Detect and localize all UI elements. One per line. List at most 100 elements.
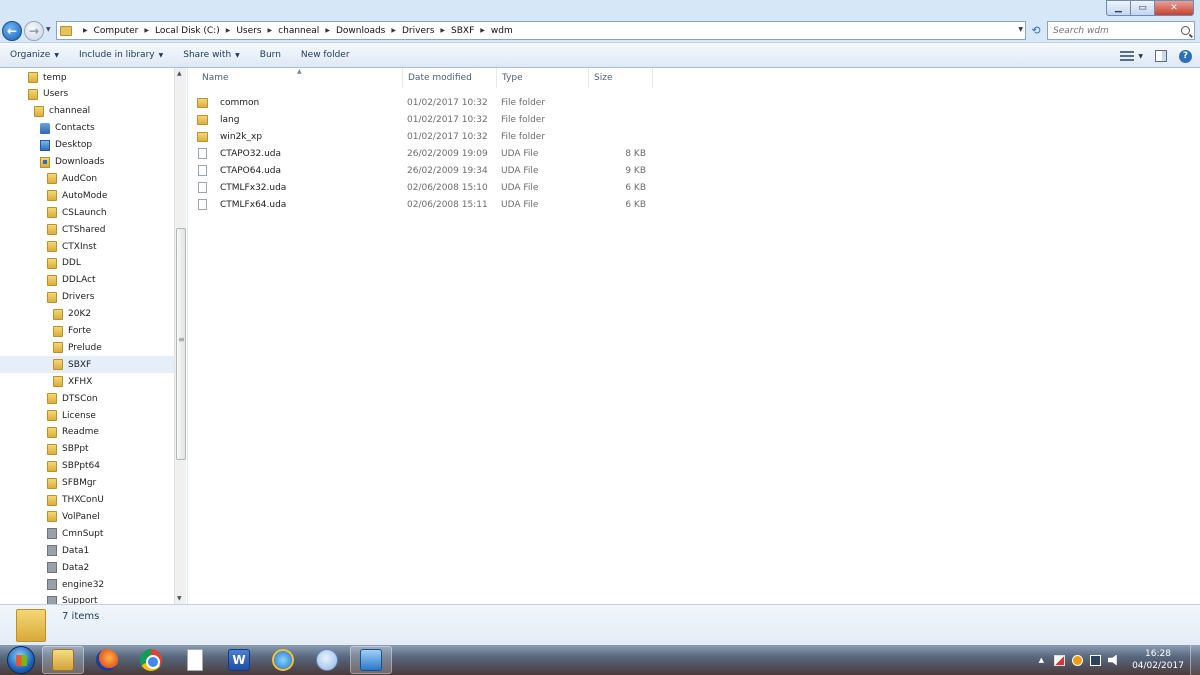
nav-item-ddl[interactable]: DDL	[0, 255, 174, 272]
nav-item-cslaunch[interactable]: CSLaunch	[0, 204, 174, 221]
update-icon[interactable]	[1072, 654, 1083, 666]
breadcrumb-separator-icon[interactable]: ▶	[480, 27, 485, 34]
nav-item-sfbmgr[interactable]: SFBMgr	[0, 475, 174, 492]
address-history-dropdown[interactable]: ▼	[1018, 26, 1023, 33]
breadcrumb-item[interactable]: Downloads	[336, 26, 385, 36]
file-row[interactable]: lang 01/02/2017 10:32 File folder	[197, 111, 653, 128]
breadcrumb-separator-icon[interactable]: ▶	[83, 27, 88, 34]
burn-button[interactable]: Burn	[250, 42, 291, 68]
nav-item-ddlact[interactable]: DDLAct	[0, 272, 174, 289]
network-status-icon[interactable]	[1090, 654, 1101, 666]
taskbar-explorer[interactable]	[42, 646, 84, 674]
breadcrumb-item[interactable]: Users	[236, 26, 261, 36]
taskbar-network[interactable]	[306, 646, 348, 674]
column-header-type[interactable]: Type	[497, 68, 589, 88]
refresh-button[interactable]: ⟲	[1028, 21, 1044, 40]
taskbar-chrome[interactable]	[130, 646, 172, 674]
action-center-flag-icon[interactable]	[1054, 654, 1065, 666]
breadcrumb-item[interactable]: Local Disk (C:)	[155, 26, 220, 36]
nav-item-forte[interactable]: Forte	[0, 323, 174, 340]
search-box[interactable]	[1047, 21, 1195, 40]
recent-pages-dropdown[interactable]: ▼	[46, 26, 51, 33]
minimize-button[interactable]: ▁	[1106, 0, 1130, 16]
nav-item-volpanel[interactable]: VolPanel	[0, 508, 174, 525]
scrollbar-thumb[interactable]	[176, 228, 186, 460]
taskbar-screen[interactable]	[350, 646, 392, 674]
nav-item-engine32[interactable]: engine32	[0, 576, 174, 593]
breadcrumb-item[interactable]: Drivers	[402, 26, 434, 36]
organize-button[interactable]: Organize ▼	[0, 42, 69, 68]
breadcrumb-separator-icon[interactable]: ▶	[391, 27, 396, 34]
breadcrumb-item[interactable]: wdm	[491, 26, 513, 36]
breadcrumb-item[interactable]: Computer	[94, 26, 139, 36]
close-button[interactable]: ✕	[1154, 0, 1194, 16]
breadcrumb-item[interactable]: channeal	[278, 26, 319, 36]
view-options-dropdown[interactable]: ▼	[1138, 53, 1143, 60]
volume-icon[interactable]	[1108, 654, 1117, 666]
breadcrumb-separator-icon[interactable]: ▶	[144, 27, 149, 34]
start-button[interactable]	[3, 645, 39, 675]
search-icon[interactable]	[1181, 26, 1190, 35]
scroll-up-icon[interactable]: ▲	[177, 70, 182, 77]
share-with-button[interactable]: Share with ▼	[173, 42, 250, 68]
nav-item-license[interactable]: License	[0, 407, 174, 424]
file-row[interactable]: CTAPO64.uda 26/02/2009 19:34 UDA File 9 KB	[197, 162, 653, 179]
nav-item-audcon[interactable]: AudCon	[0, 170, 174, 187]
breadcrumb-item[interactable]: SBXF	[451, 26, 474, 36]
show-hidden-icons-icon[interactable]: ▲	[1039, 656, 1044, 664]
nav-item-support[interactable]: Support	[0, 593, 174, 604]
clock[interactable]: 16:28 04/02/2017	[1126, 648, 1190, 672]
file-row[interactable]: win2k_xp 01/02/2017 10:32 File folder	[197, 128, 653, 145]
nav-item-temp[interactable]: temp	[0, 69, 174, 86]
nav-item-automode[interactable]: AutoMode	[0, 187, 174, 204]
file-row[interactable]: CTAPO32.uda 26/02/2009 19:09 UDA File 8 KB	[197, 145, 653, 162]
file-row[interactable]: CTMLFx64.uda 02/06/2008 15:11 UDA File 6 KB	[197, 196, 653, 213]
nav-item-contacts[interactable]: Contacts	[0, 120, 174, 137]
nav-item-users[interactable]: Users	[0, 86, 174, 103]
nav-item-thxconu[interactable]: THXConU	[0, 492, 174, 509]
title-bar[interactable]: ▁ ▭ ✕	[0, 0, 1200, 18]
nav-item-desktop[interactable]: Desktop	[0, 137, 174, 154]
taskbar-notepad[interactable]	[174, 646, 216, 674]
preview-pane-icon[interactable]	[1155, 50, 1167, 62]
include-in-library-button[interactable]: Include in library ▼	[69, 42, 173, 68]
nav-item-channeal[interactable]: channeal	[0, 103, 174, 120]
taskbar-word[interactable]: W	[218, 646, 260, 674]
maximize-button[interactable]: ▭	[1130, 0, 1154, 16]
forward-button[interactable]: →	[24, 21, 44, 41]
breadcrumb-separator-icon[interactable]: ▶	[440, 27, 445, 34]
breadcrumb-separator-icon[interactable]: ▶	[268, 27, 273, 34]
nav-item-sbxf[interactable]: SBXF	[0, 356, 174, 374]
nav-item-drivers[interactable]: Drivers	[0, 289, 174, 306]
taskbar-internet-explorer[interactable]	[262, 646, 304, 674]
nav-item-readme[interactable]: Readme	[0, 424, 174, 441]
breadcrumb-separator-icon[interactable]: ▶	[325, 27, 330, 34]
new-folder-button[interactable]: New folder	[291, 42, 360, 68]
nav-item-ctxinst[interactable]: CTXInst	[0, 238, 174, 255]
taskbar-firefox[interactable]	[86, 646, 128, 674]
search-input[interactable]	[1053, 25, 1171, 36]
nav-item-sbppt[interactable]: SBPpt	[0, 441, 174, 458]
nav-item-prelude[interactable]: Prelude	[0, 339, 174, 356]
column-header-size[interactable]: Size	[589, 68, 653, 88]
breadcrumb-separator-icon[interactable]: ▶	[226, 27, 231, 34]
nav-item-sbppt64[interactable]: SBPpt64	[0, 458, 174, 475]
scroll-down-icon[interactable]: ▼	[177, 595, 182, 602]
change-view-icon[interactable]	[1120, 51, 1135, 61]
column-header-date-modified[interactable]: Date modified	[403, 68, 497, 88]
file-row[interactable]: CTMLFx32.uda 02/06/2008 15:10 UDA File 6 KB	[197, 179, 653, 196]
help-button[interactable]: ?	[1179, 49, 1192, 63]
nav-item-data1[interactable]: Data1	[0, 542, 174, 559]
file-row[interactable]: common 01/02/2017 10:32 File folder	[197, 94, 653, 111]
nav-item-dtscon[interactable]: DTSCon	[0, 390, 174, 407]
show-desktop-button[interactable]	[1190, 645, 1200, 675]
navigation-scrollbar[interactable]: ▲ ▼	[174, 68, 186, 604]
address-bar[interactable]: ▶ Computer ▶ Local Disk (C:) ▶ Users ▶ channeal…	[56, 21, 1026, 40]
nav-item-ctshared[interactable]: CTShared	[0, 221, 174, 238]
nav-item-20k2[interactable]: 20K2	[0, 306, 174, 323]
nav-item-data2[interactable]: Data2	[0, 559, 174, 576]
nav-item-downloads[interactable]: Downloads	[0, 154, 174, 171]
back-button[interactable]: ←	[2, 21, 22, 41]
nav-item-xfhx[interactable]: XFHX	[0, 373, 174, 390]
nav-item-cmnsupt[interactable]: CmnSupt	[0, 525, 174, 542]
